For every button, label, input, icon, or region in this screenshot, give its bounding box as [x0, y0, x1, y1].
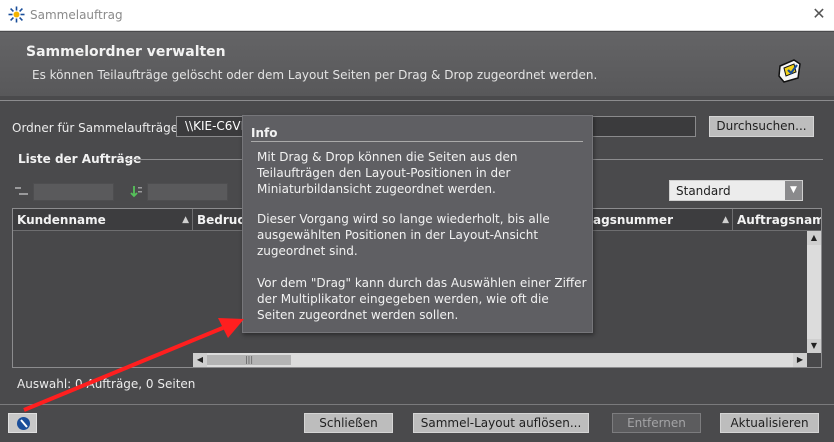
browse-button[interactable]: Durchsuchen... [709, 116, 814, 137]
vertical-scrollbar[interactable]: ▲ ▼ [807, 231, 821, 353]
column-label: Auftragsnam [737, 213, 821, 227]
help-button[interactable] [8, 413, 37, 433]
sort-icon[interactable]: ▲ [182, 209, 189, 231]
column-header[interactable]: Bedruck [193, 209, 243, 231]
tooltip-paragraph: Mit Drag & Drop können die Seiten aus de… [257, 150, 518, 196]
column-header[interactable]: agsnummer ▲ [589, 209, 733, 231]
footer-divider [0, 404, 834, 405]
column-header[interactable]: Auftragsnam [733, 209, 821, 231]
view-select[interactable]: Standard ▼ [669, 180, 803, 201]
column-label: Bedruck [197, 213, 242, 227]
filter-input-1[interactable] [33, 183, 114, 201]
tooltip-divider [251, 141, 583, 142]
dialog-description: Es können Teilaufträge gelöscht oder dem… [32, 68, 598, 82]
info-tooltip: Info Mit Drag & Drop können die Seiten a… [242, 115, 593, 333]
collapse-tree-icon[interactable] [14, 184, 30, 200]
dialog-heading: Sammelordner verwalten [26, 44, 226, 60]
close-button[interactable]: Schließen [304, 413, 393, 433]
sort-icon[interactable]: ▲ [722, 209, 729, 231]
horizontal-scrollbar[interactable]: ◀ ||| ▶ [193, 353, 807, 367]
orders-group-title: Liste der Aufträge [18, 152, 142, 166]
scroll-down-icon[interactable]: ▼ [807, 339, 821, 353]
scroll-thumb[interactable]: ||| [207, 355, 291, 365]
column-label: agsnummer [593, 213, 673, 227]
sort-down-icon[interactable] [128, 184, 144, 200]
remove-button[interactable]: Entfernen [612, 413, 701, 433]
filter-input-2[interactable] [147, 183, 228, 201]
app-logo-icon [8, 6, 25, 23]
tooltip-paragraph: Vor dem "Drag" kann durch das Auswählen … [257, 276, 587, 322]
tooltip-paragraph: Dieser Vorgang wird so lange wiederholt,… [257, 212, 550, 258]
selection-status: Auswahl: 0 Aufträge, 0 Seiten [17, 377, 196, 391]
scroll-up-icon[interactable]: ▲ [807, 231, 821, 245]
dialog-header: Sammelordner verwalten Es können Teilauf… [0, 32, 834, 96]
close-icon[interactable]: ✕ [810, 4, 828, 24]
header-divider [0, 100, 834, 101]
collect-folder-icon [778, 59, 801, 83]
column-label: Kundenname [17, 213, 106, 227]
refresh-button[interactable]: Aktualisieren [720, 413, 819, 433]
tooltip-title: Info [251, 126, 278, 140]
scroll-left-icon[interactable]: ◀ [193, 353, 207, 367]
info-icon [17, 417, 30, 430]
column-header[interactable]: Kundenname ▲ [13, 209, 193, 231]
scroll-right-icon[interactable]: ▶ [793, 353, 807, 367]
chevron-down-icon[interactable]: ▼ [785, 181, 802, 200]
folder-label: Ordner für Sammelaufträge: [12, 121, 183, 135]
window-title-bar: Sammelauftrag ✕ [0, 0, 834, 31]
window-title: Sammelauftrag [30, 8, 123, 22]
dissolve-layout-button[interactable]: Sammel-Layout auflösen... [413, 413, 589, 433]
view-select-value: Standard [676, 184, 731, 198]
